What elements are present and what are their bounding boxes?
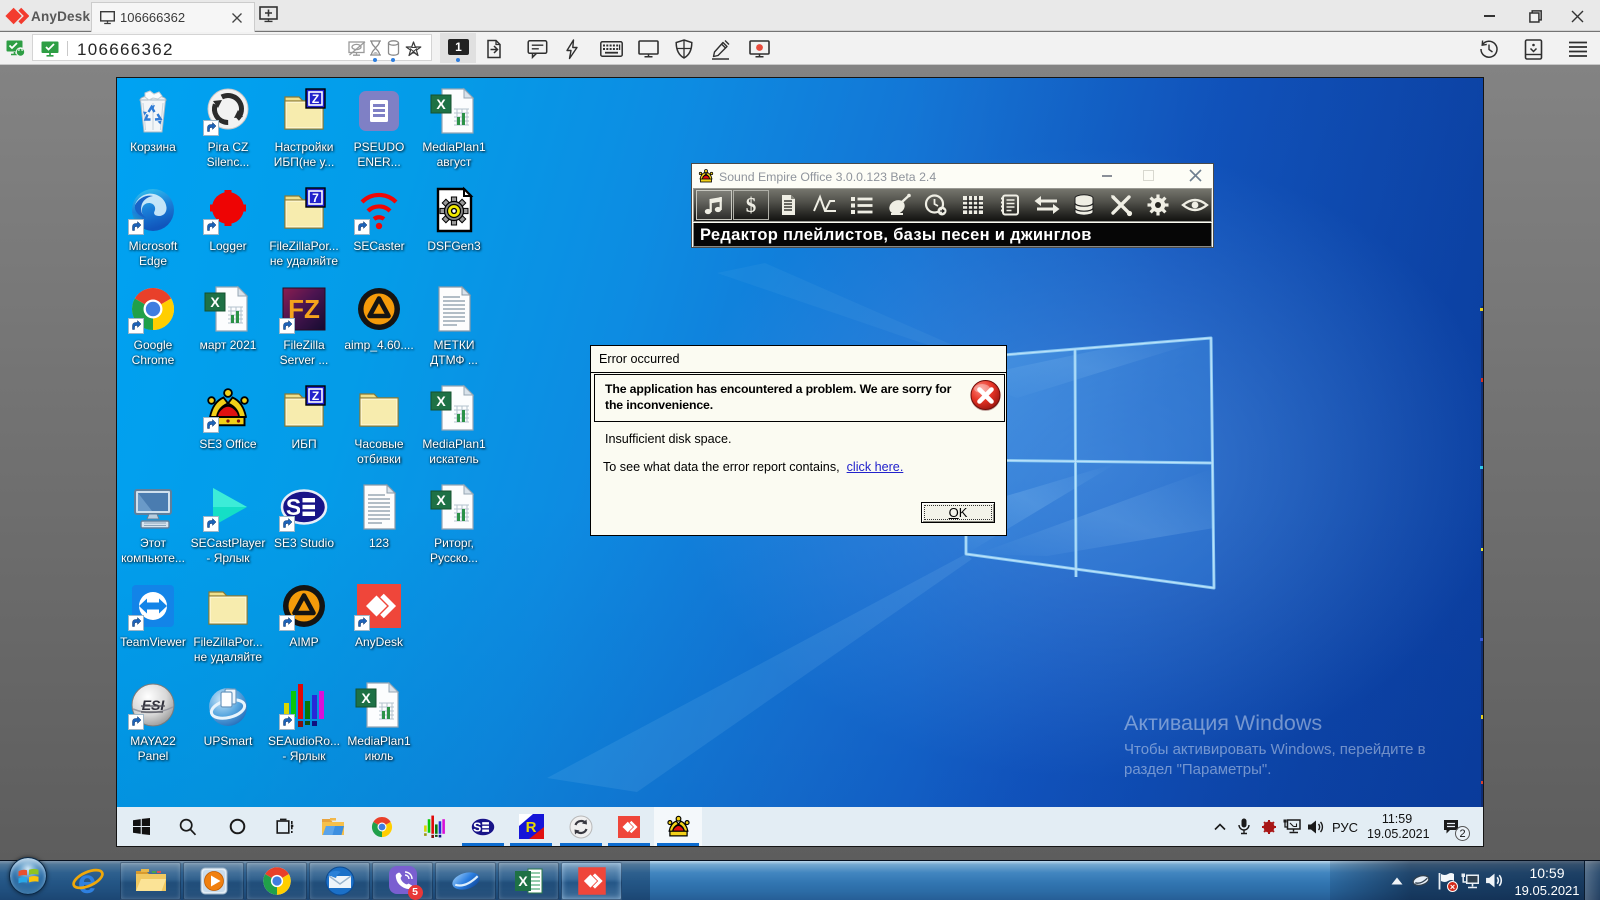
svg-text:ESI: ESI: [142, 697, 166, 713]
svg-text:7: 7: [312, 191, 319, 205]
svg-text:X: X: [361, 690, 371, 706]
svg-text:X: X: [518, 873, 528, 889]
svg-text:X: X: [436, 96, 446, 112]
svg-text:Z: Z: [312, 92, 319, 106]
svg-text:X: X: [436, 492, 446, 508]
svg-text:Z: Z: [312, 389, 319, 403]
svg-text:X: X: [436, 393, 446, 409]
svg-text:X: X: [210, 294, 220, 310]
svg-text:$: $: [746, 193, 757, 217]
